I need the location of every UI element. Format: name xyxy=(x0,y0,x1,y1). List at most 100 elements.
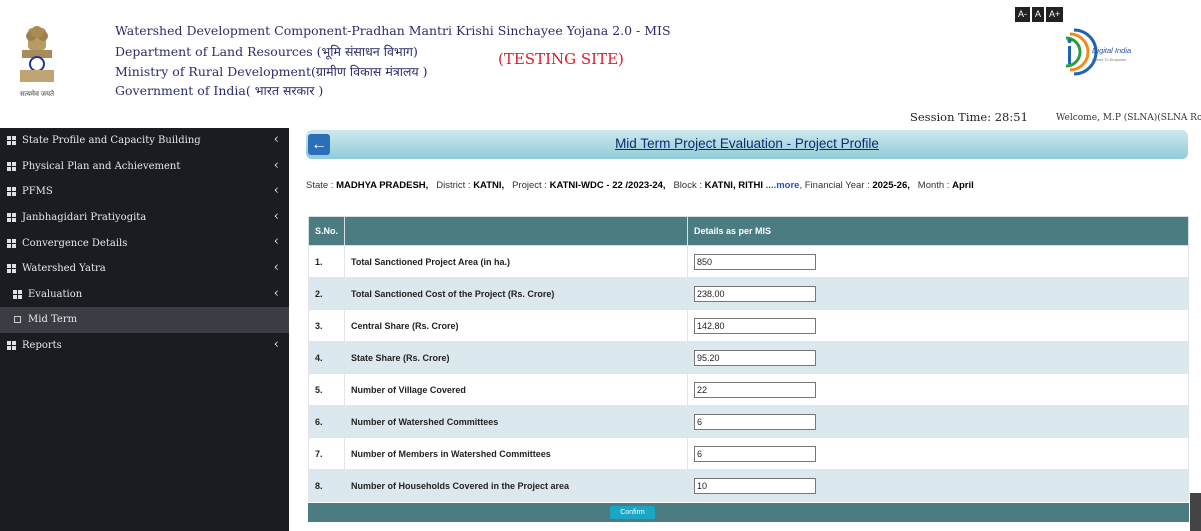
month-label: Month : xyxy=(917,180,950,191)
digital-india-logo-icon: Digital India Power To Empower xyxy=(1065,28,1131,76)
more-link[interactable]: ....more xyxy=(766,180,800,191)
chevron-left-icon: ‹ xyxy=(273,336,279,352)
session-timer: Session Time: 28:51 xyxy=(910,110,1028,124)
table-row: 7. Number of Members in Watershed Commit… xyxy=(307,437,1189,470)
site-header: सत्यमेव जयते Watershed Development Compo… xyxy=(0,0,1201,124)
chevron-left-icon: ‹ xyxy=(273,132,279,147)
grid-icon xyxy=(7,213,16,223)
sidebar-item-mid-term[interactable]: Mid Term xyxy=(0,307,289,333)
table-row: 3. Central Share (Rs. Crore) 142.80 xyxy=(307,309,1189,342)
project-value: KATNI-WDC - 22 /2023-24, xyxy=(549,180,666,191)
row-sno: 2. xyxy=(307,277,346,310)
row-label: State Share (Rs. Crore) xyxy=(344,341,689,374)
column-header-item xyxy=(344,216,689,246)
page-edge-strip xyxy=(1190,493,1201,531)
chevron-left-icon: ‹ xyxy=(273,259,279,275)
financial-year-label: , Financial Year : xyxy=(799,180,870,191)
font-increase-button[interactable]: A+ xyxy=(1046,7,1064,22)
digital-india-tagline: Power To Empower xyxy=(1092,57,1127,62)
sidebar-item-pfms[interactable]: PFMS ‹ xyxy=(0,179,289,205)
value-field[interactable]: 142.80 xyxy=(694,317,817,334)
grid-icon xyxy=(13,289,22,299)
table-row: 2. Total Sanctioned Cost of the Project … xyxy=(307,277,1189,310)
month-value: April xyxy=(952,180,974,191)
row-sno: 8. xyxy=(307,469,346,502)
sidebar-item-label: Physical Plan and Achievement xyxy=(22,160,181,172)
table-row: 1. Total Sanctioned Project Area (in ha.… xyxy=(307,245,1189,278)
value-field[interactable]: 6 xyxy=(694,445,817,462)
sidebar-item-label: Janbhagidari Pratiyogita xyxy=(22,212,147,224)
header-line-3: Ministry of Rural Development(ग्रामीण वि… xyxy=(115,64,428,79)
value-field[interactable]: 6 xyxy=(694,413,817,430)
welcome-user-menu[interactable]: Welcome, M.P (SLNA)(SLNA Role) ▾ xyxy=(1056,113,1201,123)
header-line-1: Watershed Development Component-Pradhan … xyxy=(115,23,671,38)
confirm-button[interactable]: Confirm xyxy=(610,506,655,519)
sidebar-item-convergence[interactable]: Convergence Details ‹ xyxy=(0,230,289,256)
sidebar-item-watershed-yatra[interactable]: Watershed Yatra ‹ xyxy=(0,256,289,282)
sidebar-item-label: Mid Term xyxy=(28,314,78,326)
grid-icon xyxy=(7,264,16,274)
row-label: Total Sanctioned Cost of the Project (Rs… xyxy=(344,277,689,310)
font-decrease-button[interactable]: A- xyxy=(1015,7,1030,22)
value-field[interactable]: 238.00 xyxy=(694,285,817,302)
row-sno: 3. xyxy=(307,309,346,342)
row-sno: 7. xyxy=(307,437,346,470)
row-sno: 1. xyxy=(307,245,346,278)
row-label: Number of Watershed Committees xyxy=(344,405,689,438)
sidebar-item-physical-plan[interactable]: Physical Plan and Achievement ‹ xyxy=(0,154,289,180)
table-row: 4. State Share (Rs. Crore) 95.20 xyxy=(307,341,1189,374)
chevron-left-icon: ‹ xyxy=(273,208,279,224)
column-header-sno: S.No. xyxy=(307,216,346,246)
value-field[interactable]: 10 xyxy=(694,477,817,494)
sidebar-item-label: Convergence Details xyxy=(22,237,128,249)
sidebar-item-label: PFMS xyxy=(22,186,53,198)
sidebar-item-label: Reports xyxy=(22,340,62,352)
row-sno: 5. xyxy=(307,373,346,406)
block-value: KATNI, RITHI xyxy=(704,180,764,191)
font-normal-button[interactable]: A xyxy=(1032,7,1045,22)
grid-icon xyxy=(7,136,16,146)
chevron-left-icon: ‹ xyxy=(273,234,279,250)
emblem-caption: सत्यमेव जयते xyxy=(20,89,55,98)
sidebar-item-state-profile[interactable]: State Profile and Capacity Building ‹ xyxy=(0,128,289,154)
district-value: KATNI, xyxy=(473,180,505,191)
project-label: Project : xyxy=(512,180,547,191)
state-label: State : xyxy=(306,180,334,191)
national-emblem-icon: सत्यमेव जयते xyxy=(20,26,55,98)
table-row: 8. Number of Households Covered in the P… xyxy=(307,469,1189,502)
grid-icon xyxy=(7,161,16,171)
sidebar-item-reports[interactable]: Reports ‹ xyxy=(0,333,289,359)
row-label: Number of Village Covered xyxy=(344,373,689,406)
project-profile-table: S.No. Details as per MIS 1. Total Sancti… xyxy=(307,216,1189,502)
row-label: Number of Households Covered in the Proj… xyxy=(344,469,689,502)
table-row: 6. Number of Watershed Committees 6 xyxy=(307,405,1189,438)
row-sno: 6. xyxy=(307,405,346,438)
column-header-details: Details as per MIS xyxy=(687,216,1189,246)
table-header-row: S.No. Details as per MIS xyxy=(307,216,1189,246)
row-label: Total Sanctioned Project Area (in ha.) xyxy=(344,245,689,278)
confirm-bar: Confirm xyxy=(308,503,1189,522)
value-field[interactable]: 95.20 xyxy=(694,349,817,366)
row-sno: 4. xyxy=(307,341,346,374)
sidebar-item-label: Watershed Yatra xyxy=(22,263,106,275)
grid-icon xyxy=(7,341,16,351)
header-line-4: Government of India( भारत सरकार ) xyxy=(115,83,324,98)
page-title-bar: ← Mid Term Project Evaluation - Project … xyxy=(306,130,1188,159)
page-title[interactable]: Mid Term Project Evaluation - Project Pr… xyxy=(306,136,1188,151)
testing-site-label: (TESTING SITE) xyxy=(498,50,624,68)
value-field[interactable]: 22 xyxy=(694,381,817,398)
value-field[interactable]: 850 xyxy=(694,253,817,270)
sidebar-item-janbhagidari[interactable]: Janbhagidari Pratiyogita ‹ xyxy=(0,205,289,231)
sidebar-item-label: Evaluation xyxy=(28,288,83,300)
grid-icon xyxy=(7,187,16,197)
square-bullet-icon xyxy=(14,316,21,324)
block-label: Block : xyxy=(673,180,702,191)
chevron-left-icon: ‹ xyxy=(273,157,279,173)
table-row: 5. Number of Village Covered 22 xyxy=(307,373,1189,406)
financial-year-value: 2025-26, xyxy=(872,180,910,191)
sidebar-item-evaluation[interactable]: Evaluation ‹ xyxy=(0,282,289,308)
chevron-left-icon: ‹ xyxy=(273,285,279,301)
sidebar-item-label: State Profile and Capacity Building xyxy=(22,135,201,147)
sidebar: State Profile and Capacity Building ‹ Ph… xyxy=(0,128,289,531)
header-line-2: Department of Land Resources (भूमि संसाध… xyxy=(115,44,418,59)
